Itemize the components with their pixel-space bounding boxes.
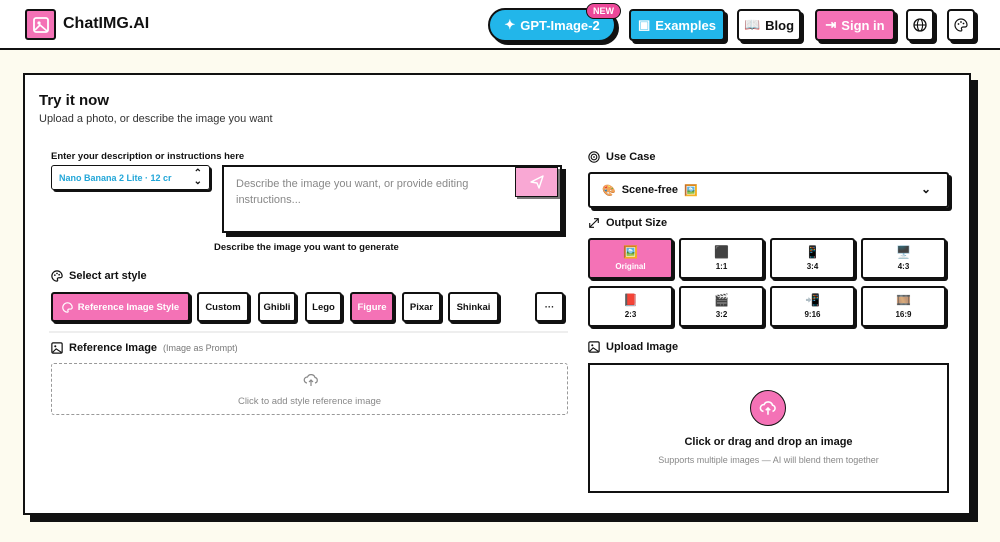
blog-label: Blog — [765, 17, 795, 33]
use-case-label: Use Case — [606, 151, 656, 163]
style-reference-image[interactable]: Reference Image Style — [51, 292, 190, 322]
new-badge: NEW — [586, 3, 621, 19]
sparkle-icon: ✦ — [504, 17, 516, 32]
examples-button[interactable]: ▣ Examples — [629, 9, 725, 41]
size-label: 1:1 — [715, 262, 728, 271]
size-1-1[interactable]: ⬛ 1:1 — [679, 238, 764, 279]
divider — [49, 331, 568, 333]
page-subtitle: Upload a photo, or describe the image yo… — [39, 113, 273, 125]
clapperboard-icon: 🎬 — [714, 293, 729, 307]
globe-icon — [913, 18, 927, 32]
art-style-label: Select art style — [69, 270, 147, 282]
art-style-heading: Select art style — [51, 270, 147, 282]
upload-image-heading: Upload Image — [588, 341, 678, 353]
size-3-2[interactable]: 🎬 3:2 — [679, 286, 764, 327]
reference-image-heading: Reference Image (Image as Prompt) — [51, 342, 238, 354]
language-button[interactable] — [906, 9, 934, 41]
square-icon: ⬛ — [714, 245, 729, 259]
gpt-image-label: GPT-Image-2 — [520, 17, 600, 33]
more-styles-button[interactable]: ··· — [535, 292, 564, 322]
size-label: 3:4 — [806, 262, 819, 271]
picture-emoji-icon: 🖼️ — [683, 184, 698, 197]
style-lego[interactable]: Lego — [305, 292, 342, 322]
prompt-input[interactable]: Describe the image you want, or provide … — [222, 165, 562, 233]
size-label: 9:16 — [804, 310, 821, 319]
sign-in-label: Sign in — [841, 17, 885, 33]
framed-picture-icon: 🖼️ — [623, 245, 638, 259]
image-icon — [51, 342, 63, 354]
upload-dropzone[interactable]: Click or drag and drop an image Supports… — [588, 363, 949, 493]
size-label: 2:3 — [624, 310, 637, 319]
book-icon: 📕 — [623, 293, 638, 307]
size-label: 4:3 — [897, 262, 910, 271]
prompt-placeholder: Describe the image you want, or provide … — [236, 178, 469, 206]
size-9-16[interactable]: 📲 9:16 — [770, 286, 855, 327]
send-icon — [529, 175, 544, 189]
examples-label: Examples — [655, 17, 716, 33]
reference-image-hint: (Image as Prompt) — [163, 343, 238, 353]
book-icon: 📖 — [743, 17, 761, 32]
output-size-heading: Output Size — [588, 217, 667, 229]
cloud-upload-icon — [303, 374, 318, 386]
style-custom[interactable]: Custom — [197, 292, 249, 322]
gallery-icon: ▣ — [638, 17, 651, 32]
upload-title: Click or drag and drop an image — [684, 436, 853, 448]
size-16-9[interactable]: 🎞️ 16:9 — [861, 286, 946, 327]
mobile-arrow-icon: 📲 — [805, 293, 820, 307]
reference-dropzone[interactable]: Click to add style reference image — [51, 363, 568, 415]
upload-subtitle: Supports multiple images — AI will blend… — [658, 455, 879, 465]
use-case-value: Scene-free — [621, 184, 678, 196]
palette-emoji-icon: 🎨 — [602, 184, 616, 197]
sign-in-icon: ⇥ — [825, 17, 837, 32]
size-3-4[interactable]: 📱 3:4 — [770, 238, 855, 279]
size-label: 3:2 — [715, 310, 728, 319]
use-case-heading: Use Case — [588, 151, 656, 163]
size-label: Original — [615, 262, 646, 271]
send-button[interactable] — [515, 167, 558, 197]
phone-icon: 📱 — [805, 245, 820, 259]
up-down-chevron-icon: ⌃ ⌄ — [193, 168, 202, 187]
style-figure[interactable]: Figure — [350, 292, 394, 322]
cloud-upload-icon — [759, 401, 776, 415]
model-select[interactable]: Nano Banana 2 Lite · 12 cr ⌃ ⌄ — [51, 165, 210, 190]
blog-button[interactable]: 📖 Blog — [737, 9, 801, 41]
palette-icon — [62, 301, 73, 313]
output-size-label: Output Size — [606, 217, 668, 229]
style-ghibli[interactable]: Ghibli — [258, 292, 296, 322]
upload-image-label: Upload Image — [606, 341, 679, 353]
sign-in-button[interactable]: ⇥ Sign in — [815, 9, 895, 41]
resize-icon — [589, 218, 599, 228]
description-label: Enter your description or instructions h… — [51, 151, 245, 162]
upload-button[interactable] — [750, 390, 786, 426]
brand-name[interactable]: ChatIMG.AI — [63, 15, 149, 33]
try-it-card: Try it now Upload a photo, or describe t… — [23, 73, 971, 515]
top-nav: ChatIMG.AI ✦ GPT-Image-2 NEW ▣ Examples … — [0, 0, 1000, 50]
palette-icon — [51, 270, 63, 282]
theme-button[interactable] — [947, 9, 975, 41]
size-4-3[interactable]: 🖥️ 4:3 — [861, 238, 946, 279]
page-title: Try it now — [39, 92, 110, 109]
film-frames-icon: 🎞️ — [896, 293, 911, 307]
style-shinkai[interactable]: Shinkai — [448, 292, 499, 322]
palette-icon — [954, 18, 968, 32]
reference-cta: Click to add style reference image — [237, 396, 382, 407]
model-value: Nano Banana 2 Lite · 12 cr — [59, 172, 172, 183]
size-label: 16:9 — [895, 310, 912, 319]
reference-image-label: Reference Image — [69, 342, 158, 354]
monitor-icon: 🖥️ — [896, 245, 911, 259]
logo-icon[interactable] — [25, 9, 56, 40]
size-2-3[interactable]: 📕 2:3 — [588, 286, 673, 327]
use-case-select[interactable]: 🎨 Scene-free 🖼️ ⌄ — [588, 172, 949, 208]
size-original[interactable]: 🖼️ Original — [588, 238, 673, 279]
prompt-caption: Describe the image you want to generate — [214, 242, 399, 253]
target-icon — [588, 151, 600, 163]
style-pixar[interactable]: Pixar — [402, 292, 441, 322]
style-label: Reference Image Style — [77, 301, 180, 313]
image-icon — [588, 341, 600, 353]
chevron-down-icon: ⌄ — [920, 182, 931, 196]
